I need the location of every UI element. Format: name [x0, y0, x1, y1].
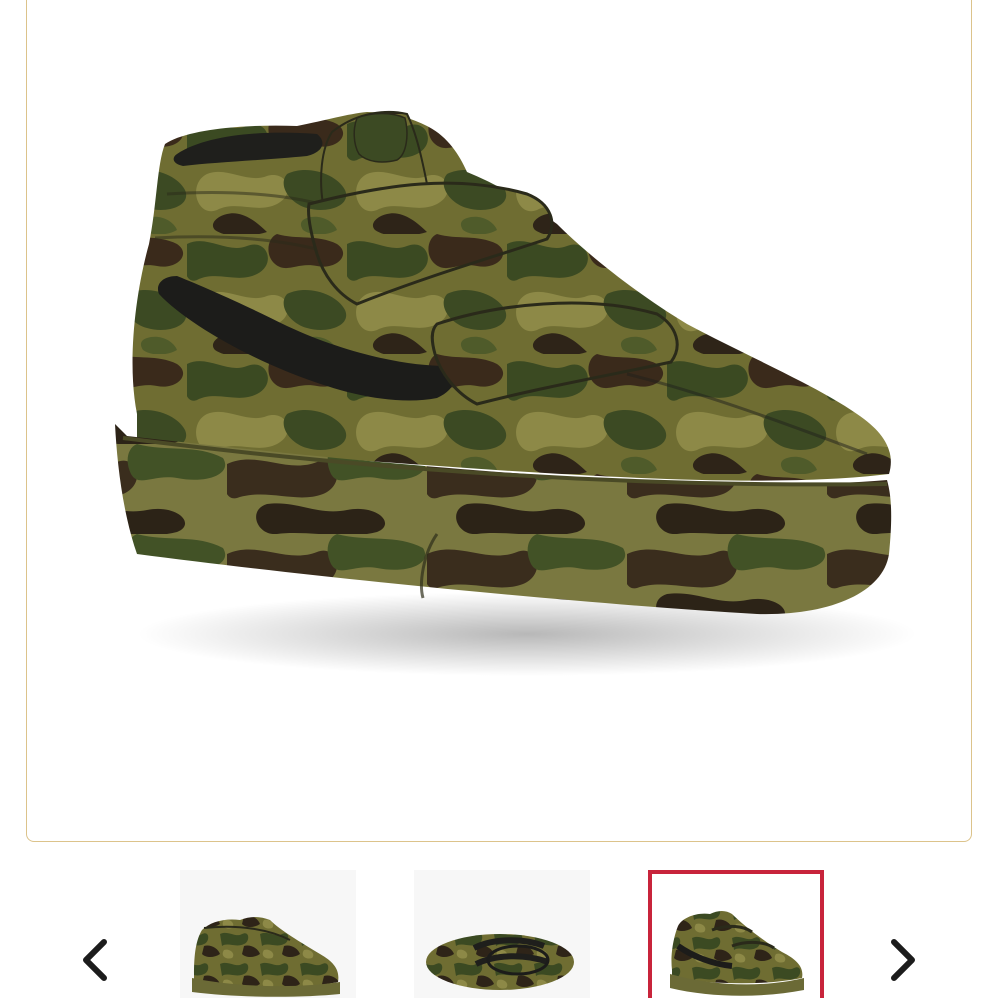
shoe-angle-view-thumbnail	[670, 911, 804, 996]
thumbnail-top-view[interactable]	[414, 870, 590, 998]
chevron-left-icon	[83, 939, 107, 981]
camo-mid-skate-velcro-shoe-image	[115, 110, 917, 676]
next-image-button[interactable]	[884, 932, 924, 988]
shoe-side-view-thumbnail	[192, 917, 340, 997]
main-product-image-frame	[26, 0, 972, 842]
shoe-top-view-thumbnail	[426, 934, 574, 990]
previous-image-button[interactable]	[74, 932, 114, 988]
thumbnail-angle-view-selected[interactable]	[648, 870, 824, 998]
thumbnail-side-view[interactable]	[180, 870, 356, 998]
chevron-right-icon	[891, 939, 915, 981]
